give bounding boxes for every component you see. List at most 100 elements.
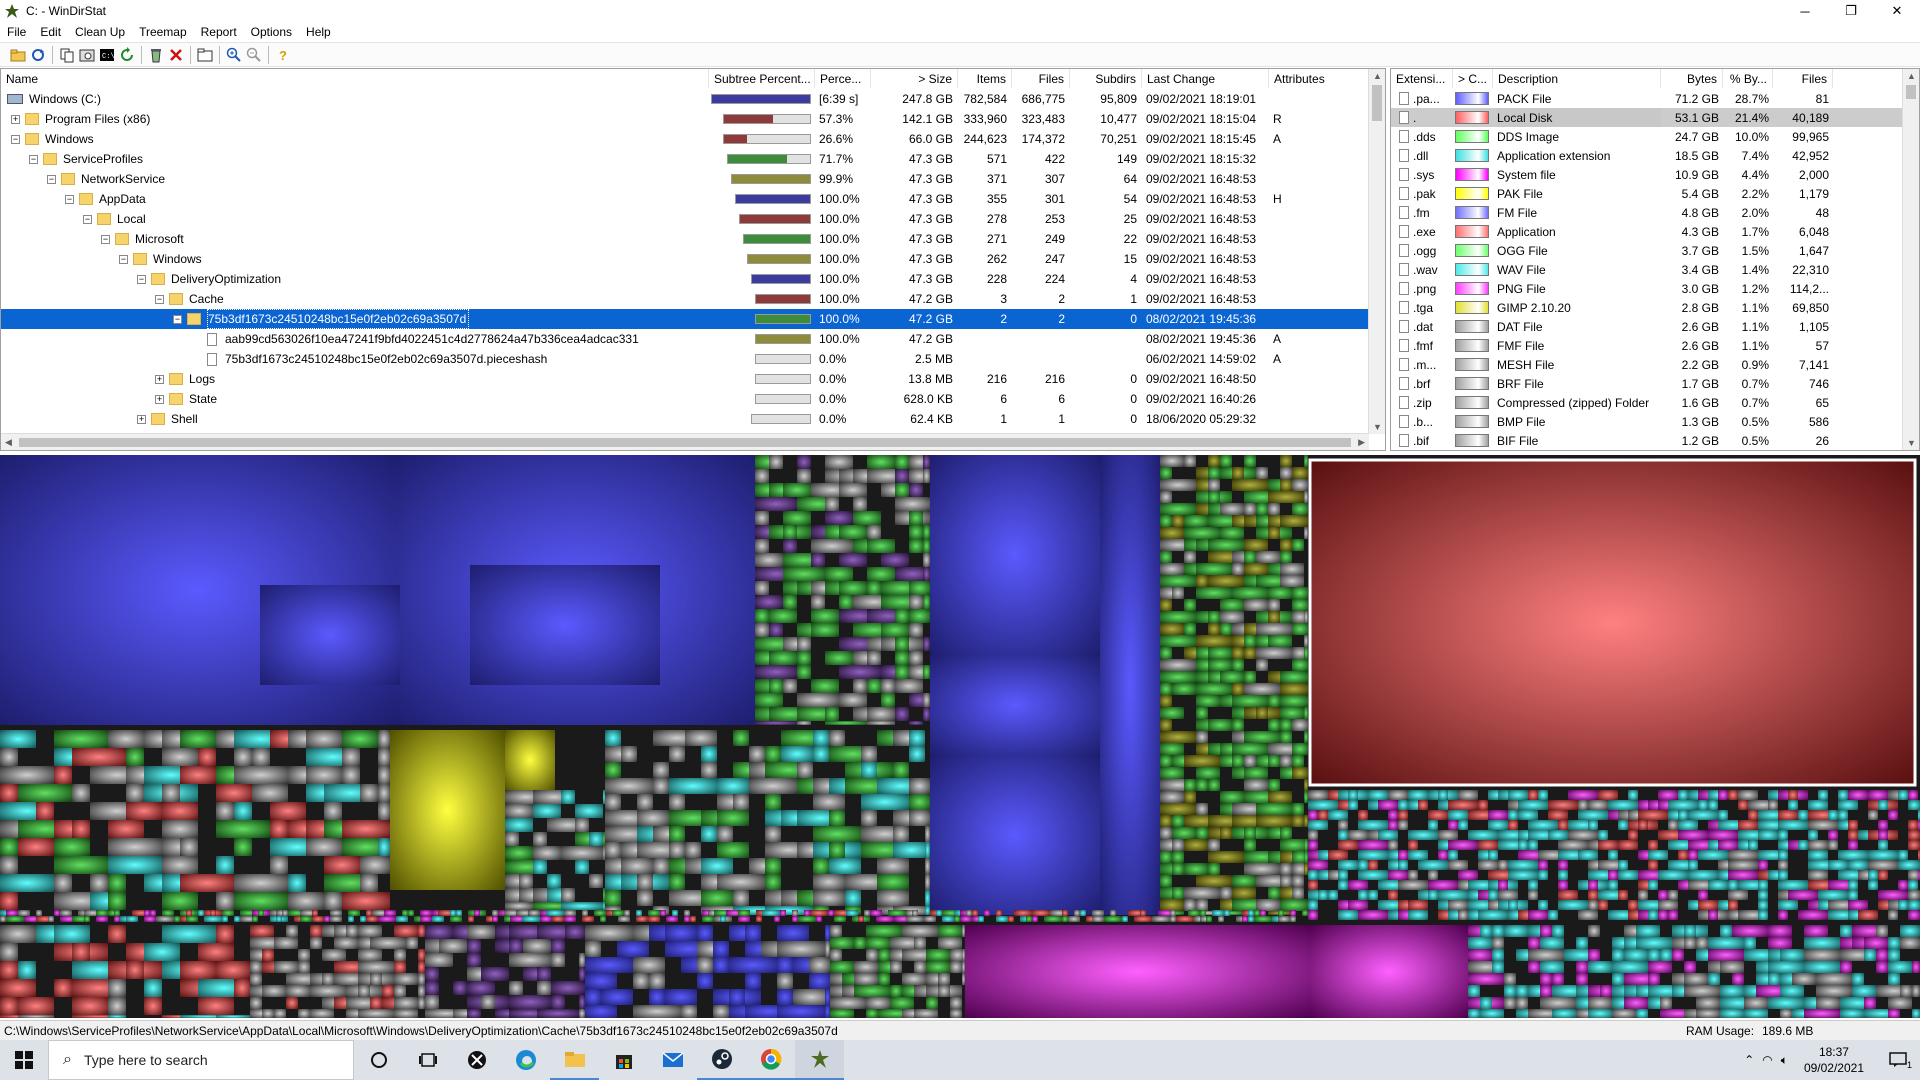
- treemap-cell[interactable]: [811, 553, 825, 567]
- treemap-cell[interactable]: [72, 784, 90, 802]
- treemap-cell[interactable]: [286, 985, 310, 997]
- treemap-cell[interactable]: [216, 961, 250, 979]
- treemap-cell[interactable]: [1728, 850, 1758, 860]
- treemap-cell[interactable]: [84, 916, 90, 922]
- treemap-cell[interactable]: [1576, 937, 1588, 949]
- treemap-cell[interactable]: [1328, 810, 1348, 820]
- treemap-cell[interactable]: [1848, 830, 1858, 840]
- tree-row[interactable]: − ServiceProfiles 71.7% 47.3 GB 571 422 149 09/…: [1, 149, 1369, 169]
- treemap-cell[interactable]: [1208, 851, 1244, 863]
- tree-row[interactable]: − DeliveryOptimization 100.0% 47.3 GB 228 224…: [1, 269, 1369, 289]
- extension-row[interactable]: .wav WAV File 3.4 GB 1.4% 22,310: [1391, 260, 1903, 279]
- treemap-cell[interactable]: [1184, 755, 1220, 767]
- treemap-cell[interactable]: [893, 842, 930, 858]
- treemap-cell[interactable]: [1636, 937, 1672, 949]
- expand-icon[interactable]: +: [155, 395, 164, 404]
- treemap-cell[interactable]: [366, 916, 378, 922]
- treemap-cell[interactable]: [866, 949, 878, 961]
- treemap-cell[interactable]: [1184, 779, 1196, 791]
- treemap-cell[interactable]: [286, 997, 298, 1009]
- open-icon[interactable]: [8, 45, 28, 65]
- scroll-up-icon[interactable]: ▲: [1907, 71, 1916, 81]
- treemap-cell[interactable]: [909, 721, 923, 725]
- treemap-cell[interactable]: [1220, 455, 1232, 467]
- treemap-cell[interactable]: [1292, 887, 1304, 899]
- treemap-cell[interactable]: [1140, 910, 1146, 916]
- treemap-cell[interactable]: [1778, 870, 1788, 880]
- treemap-cell[interactable]: [1398, 810, 1408, 820]
- treemap-cell[interactable]: [342, 748, 360, 766]
- treemap-cell[interactable]: [360, 916, 366, 922]
- treemap-cell[interactable]: [1848, 860, 1868, 870]
- treemap-cell[interactable]: [738, 910, 750, 916]
- treemap-cell[interactable]: [0, 961, 18, 979]
- treemap-cell[interactable]: [1280, 839, 1308, 851]
- treemap-cell[interactable]: [1280, 539, 1292, 551]
- treemap-cell[interactable]: [1838, 790, 1848, 800]
- treemap-cell[interactable]: [938, 937, 962, 949]
- treemap-cell[interactable]: [310, 925, 322, 937]
- column-header-bytes[interactable]: Bytes: [1661, 69, 1723, 88]
- treemap-cell[interactable]: [1172, 851, 1184, 863]
- treemap-cell[interactable]: [881, 693, 895, 707]
- treemap-cell[interactable]: [1160, 731, 1196, 743]
- treemap-cell[interactable]: [1220, 887, 1232, 899]
- treemap-cell[interactable]: [890, 961, 902, 973]
- treemap-cell[interactable]: [1448, 860, 1468, 870]
- treemap-cell[interactable]: [825, 941, 830, 957]
- treemap-cell[interactable]: [811, 595, 825, 609]
- tree-horizontal-scroll-thumb[interactable]: [19, 438, 1351, 447]
- treemap-cell[interactable]: [565, 925, 585, 939]
- treemap-cell[interactable]: [162, 856, 198, 874]
- treemap-cell[interactable]: [450, 916, 462, 922]
- treemap-cell[interactable]: [54, 730, 108, 748]
- treemap-cell[interactable]: [1624, 949, 1648, 961]
- treemap-cell[interactable]: [1538, 860, 1548, 870]
- tree-row[interactable]: + Program Files (x86) 57.3% 142.1 GB 333,960…: [1, 109, 1369, 129]
- treemap-cell[interactable]: [1208, 455, 1220, 467]
- treemap-cell[interactable]: [923, 525, 930, 539]
- treemap-cell[interactable]: [358, 985, 370, 997]
- treemap-cell[interactable]: [1304, 635, 1308, 647]
- treemap-cell[interactable]: [1828, 830, 1838, 840]
- treemap-cell[interactable]: [1268, 887, 1280, 899]
- treemap-cell[interactable]: [1780, 1009, 1792, 1018]
- treemap-cell[interactable]: [653, 778, 669, 794]
- treemap-cell[interactable]: [1708, 910, 1718, 920]
- treemap-cell[interactable]: [1504, 925, 1528, 937]
- treemap-cell[interactable]: [755, 665, 797, 679]
- treemap-cell[interactable]: [370, 973, 382, 985]
- treemap-cell[interactable]: [90, 874, 108, 892]
- treemap-cell[interactable]: [729, 957, 777, 973]
- treemap-cell[interactable]: [1478, 840, 1498, 850]
- collapse-icon[interactable]: −: [29, 155, 38, 164]
- treemap-cell[interactable]: [755, 511, 769, 525]
- treemap-cell[interactable]: [1292, 767, 1308, 779]
- extension-scroll-thumb[interactable]: [1906, 85, 1916, 99]
- treemap-cell[interactable]: [1508, 870, 1538, 880]
- treemap-cell[interactable]: [330, 916, 342, 922]
- treemap-cell[interactable]: [324, 856, 360, 874]
- treemap-cell[interactable]: [252, 748, 270, 766]
- treemap-cell[interactable]: [198, 910, 204, 916]
- network-icon[interactable]: ◠: [1758, 1053, 1776, 1067]
- treemap-cell[interactable]: [804, 910, 810, 916]
- treemap-cell[interactable]: [1260, 910, 1266, 916]
- clock[interactable]: 18:37 09/02/2021: [1792, 1044, 1876, 1076]
- treemap-cell[interactable]: [274, 1009, 286, 1018]
- treemap-cell[interactable]: [1540, 973, 1552, 985]
- treemap-cell[interactable]: [1912, 1009, 1920, 1018]
- treemap-cell[interactable]: [1698, 900, 1718, 910]
- treemap-cell[interactable]: [1684, 973, 1708, 985]
- treemap-cell[interactable]: [669, 826, 685, 842]
- treemap-cell[interactable]: [1308, 820, 1328, 830]
- copy-path-icon[interactable]: [57, 45, 77, 65]
- treemap-cell[interactable]: [1504, 985, 1516, 997]
- treemap-cell[interactable]: [1256, 815, 1292, 827]
- treemap-cell[interactable]: [665, 925, 697, 941]
- treemap-cell[interactable]: [306, 730, 342, 748]
- treemap-cell[interactable]: [1468, 949, 1492, 961]
- treemap-cell[interactable]: [162, 748, 198, 766]
- treemap-cell[interactable]: [1588, 900, 1598, 910]
- treemap-cell[interactable]: [1548, 800, 1578, 810]
